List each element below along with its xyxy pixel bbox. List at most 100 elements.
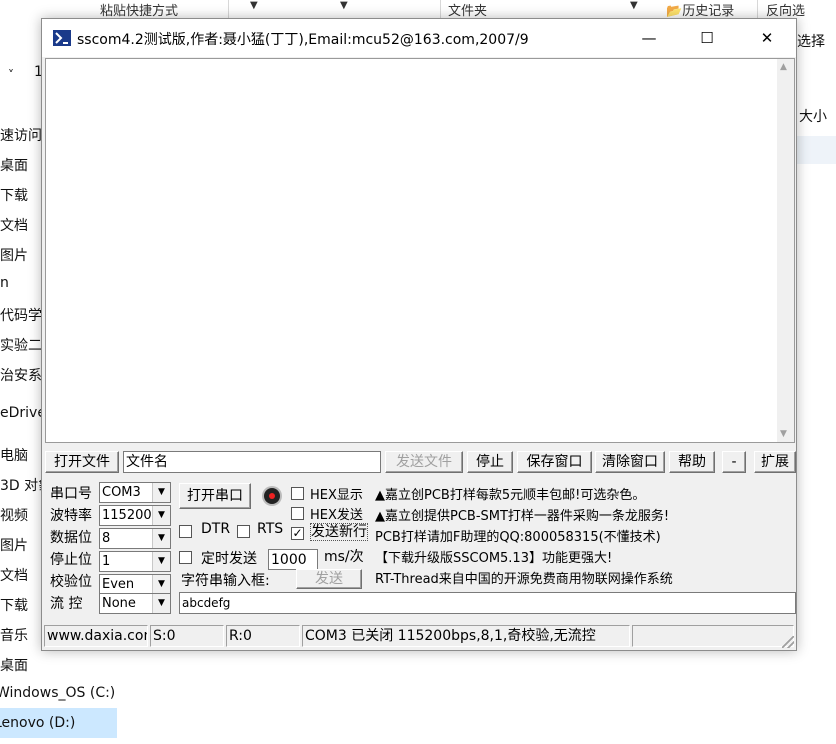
filename-field[interactable]: 文件名: [123, 451, 381, 473]
ad-line[interactable]: RT-Thread来自中国的开源免费商用物联网操作系统: [375, 568, 673, 587]
sscom-window: sscom4.2测试版,作者:聂小猛(丁丁),Email:mcu52@163.c…: [41, 18, 797, 651]
baud-label: 波特率: [50, 508, 92, 524]
nav-item[interactable]: 桌面: [0, 655, 28, 675]
open-file-button[interactable]: 打开文件: [45, 451, 119, 473]
nav-item[interactable]: 文档: [0, 215, 28, 235]
nav-item[interactable]: 音乐: [0, 625, 28, 645]
data-bits-value: 8: [102, 531, 111, 546]
app-icon: [53, 30, 71, 46]
interval-field[interactable]: 1000: [268, 549, 318, 570]
nav-item[interactable]: 文档: [0, 565, 28, 585]
hex-send-label: HEX发送: [310, 508, 363, 523]
ad-panel: ▲嘉立创PCB打样每款5元顺丰包邮!可选杂色。 ▲嘉立创提供PCB-SMT打样一…: [372, 481, 796, 587]
port-select[interactable]: COM3 ▼: [99, 482, 171, 503]
timed-send-label: 定时发送: [201, 551, 257, 567]
file-row-highlight: [797, 136, 836, 164]
ribbon-divider: [228, 0, 229, 18]
port-status-led-icon: [264, 488, 280, 504]
ribbon-invert-selection[interactable]: 反向选: [766, 0, 805, 19]
status-sent-count: S:0: [150, 625, 224, 647]
send-newline-label: 发送新行: [310, 523, 368, 541]
nav-item[interactable]: 电脑: [0, 445, 28, 465]
nav-item[interactable]: 下载: [0, 595, 28, 615]
resize-grip-icon[interactable]: [782, 636, 794, 648]
status-extra: [632, 625, 794, 647]
nav-item[interactable]: 下载: [0, 185, 28, 205]
hex-display-checkbox[interactable]: [291, 487, 304, 500]
expand-button[interactable]: 扩展: [754, 451, 796, 473]
column-header-size[interactable]: 大小: [799, 106, 827, 126]
history-icon: 📂: [666, 4, 683, 19]
window-title: sscom4.2测试版,作者:聂小猛(丁丁),Email:mcu52@163.c…: [77, 32, 529, 48]
nav-item[interactable]: 速访问: [0, 125, 42, 145]
chevron-down-icon[interactable]: ˅: [8, 68, 14, 82]
ribbon-divider: [757, 0, 758, 18]
nav-item[interactable]: n: [0, 275, 9, 291]
open-port-button[interactable]: 打开串口: [179, 483, 251, 509]
ad-line[interactable]: PCB打样请加F助理的QQ:800058315(不懂技术): [375, 526, 661, 545]
parity-select[interactable]: Even ▼: [99, 574, 171, 595]
chevron-down-icon[interactable]: ▼: [152, 594, 170, 613]
chevron-down-icon[interactable]: ▼: [152, 483, 170, 502]
nav-item[interactable]: 图片: [0, 535, 28, 555]
scroll-down-icon[interactable]: ▼: [780, 429, 787, 439]
stop-bits-select[interactable]: 1 ▼: [99, 551, 171, 572]
save-window-button[interactable]: 保存窗口: [517, 451, 592, 473]
send-file-button[interactable]: 发送文件: [385, 451, 463, 473]
nav-item[interactable]: 视频: [0, 505, 28, 525]
port-label: 串口号: [50, 486, 92, 502]
maximize-button[interactable]: ☐: [678, 19, 736, 57]
help-button[interactable]: 帮助: [669, 451, 715, 473]
chevron-down-icon[interactable]: ▼: [152, 552, 170, 571]
clear-window-button[interactable]: 清除窗口: [595, 451, 665, 473]
data-bits-select[interactable]: 8 ▼: [99, 528, 171, 549]
nav-item[interactable]: 桌面: [0, 155, 28, 175]
status-port-info: COM3 已关闭 115200bps,8,1,奇校验,无流控: [302, 625, 630, 647]
stop-bits-label: 停止位: [50, 552, 92, 568]
chevron-down-icon[interactable]: ▼: [152, 529, 170, 548]
parity-value: Even: [102, 577, 135, 592]
title-bar[interactable]: sscom4.2测试版,作者:聂小猛(丁丁),Email:mcu52@163.c…: [42, 19, 796, 57]
ribbon-select[interactable]: 选择: [797, 31, 825, 51]
ad-line[interactable]: ▲嘉立创PCB打样每款5元顺丰包邮!可选杂色。: [375, 484, 645, 503]
dtr-label: DTR: [201, 521, 231, 537]
flow-label: 流 控: [50, 596, 83, 612]
port-value: COM3: [102, 485, 141, 500]
dtr-checkbox[interactable]: [179, 525, 192, 538]
ribbon-paste-shortcut[interactable]: 粘贴快捷方式: [100, 0, 178, 19]
ad-line[interactable]: 【下载升级版SSCOM5.13】功能更强大!: [375, 547, 612, 566]
nav-item-onedrive[interactable]: eDrive: [0, 405, 46, 421]
minimize-button[interactable]: —: [620, 19, 678, 57]
chevron-down-icon[interactable]: ▼: [250, 0, 258, 11]
hex-send-checkbox[interactable]: [291, 507, 304, 520]
nav-item[interactable]: 图片: [0, 245, 28, 265]
ad-line[interactable]: ▲嘉立创提供PCB-SMT打样一器件采购一条龙服务!: [375, 505, 669, 524]
receive-area[interactable]: ▲ ▼: [45, 58, 795, 443]
status-website: www.daxia.com: [44, 625, 148, 647]
string-input-label: 字符串输入框:: [181, 573, 270, 589]
timed-send-checkbox[interactable]: [179, 551, 192, 564]
chevron-down-icon[interactable]: ▼: [152, 506, 170, 525]
status-received-count: R:0: [226, 625, 300, 647]
ribbon-new-folder[interactable]: 文件夹: [448, 0, 487, 19]
baud-value: 115200: [102, 508, 152, 523]
rts-checkbox[interactable]: [237, 525, 250, 538]
send-button[interactable]: 发送: [296, 569, 362, 589]
baud-select[interactable]: 115200 ▼: [99, 505, 171, 526]
nav-item-drive-d[interactable]: Lenovo (D:): [0, 715, 75, 731]
ribbon-history-label: 历史记录: [682, 4, 735, 19]
nav-item[interactable]: 实验二: [0, 335, 42, 355]
send-newline-checkbox[interactable]: ✓: [291, 527, 304, 540]
collapse-button[interactable]: -: [722, 451, 746, 473]
close-button[interactable]: ✕: [738, 19, 796, 57]
stop-button[interactable]: 停止: [467, 451, 513, 473]
scroll-up-icon[interactable]: ▲: [780, 62, 787, 72]
flow-select[interactable]: None ▼: [99, 593, 171, 614]
vertical-scrollbar[interactable]: ▲ ▼: [777, 59, 794, 442]
ribbon-history[interactable]: 📂历史记录: [666, 0, 734, 19]
chevron-down-icon[interactable]: ▼: [152, 575, 170, 594]
chevron-down-icon[interactable]: ▼: [340, 0, 348, 11]
nav-item-drive-c[interactable]: Windows_OS (C:): [0, 685, 115, 701]
send-string-input[interactable]: abcdefg: [179, 592, 796, 614]
chevron-down-icon[interactable]: ▼: [630, 0, 638, 11]
